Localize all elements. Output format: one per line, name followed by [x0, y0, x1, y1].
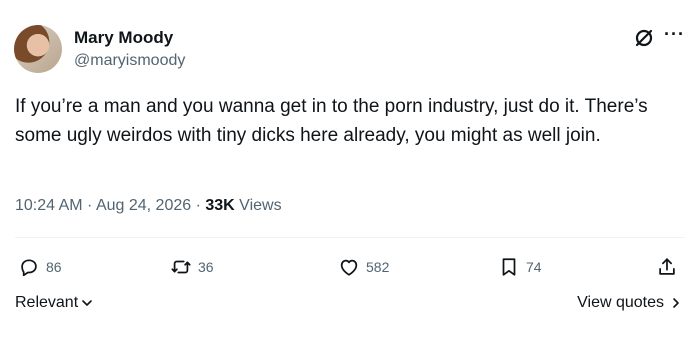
grok-icon[interactable] — [632, 26, 656, 50]
like-count: 582 — [366, 259, 390, 275]
bookmark-icon — [502, 258, 516, 276]
like-button[interactable]: 582 — [338, 256, 389, 278]
repost-icon — [171, 260, 191, 274]
tweet-meta: 10:24 AM · Aug 24, 2026 · 33K Views — [15, 197, 282, 215]
sort-dropdown[interactable]: Relevant — [15, 294, 94, 312]
meta-separator: · — [82, 197, 96, 214]
sort-label: Relevant — [15, 294, 79, 311]
share-button[interactable] — [656, 256, 684, 278]
bookmark-count: 74 — [526, 259, 542, 275]
more-icon[interactable]: ··· — [664, 24, 685, 45]
views-label: Views — [234, 197, 282, 214]
bookmark-button[interactable]: 74 — [498, 256, 542, 278]
view-quotes-label: View quotes — [577, 294, 664, 311]
reply-count: 86 — [46, 259, 62, 275]
meta-separator: · — [191, 197, 206, 214]
chevron-down-icon — [82, 300, 92, 306]
tweet-date[interactable]: Aug 24, 2026 — [96, 197, 191, 214]
repost-count: 36 — [198, 259, 214, 275]
reply-icon — [21, 259, 37, 277]
reply-button[interactable]: 86 — [18, 256, 62, 278]
avatar[interactable] — [14, 25, 62, 73]
repost-button[interactable]: 36 — [170, 256, 214, 278]
views-count: 33K — [205, 197, 235, 214]
heart-icon — [340, 259, 358, 276]
chevron-right-icon — [673, 298, 679, 308]
author-handle[interactable]: @maryismoody — [74, 52, 185, 70]
tweet-time[interactable]: 10:24 AM — [15, 197, 83, 214]
tweet-text: If you’re a man and you wanna get in to … — [15, 96, 648, 146]
view-quotes-link[interactable]: View quotes — [577, 294, 682, 312]
divider — [15, 237, 685, 238]
author-name[interactable]: Mary Moody — [74, 28, 173, 48]
share-icon — [659, 258, 675, 275]
